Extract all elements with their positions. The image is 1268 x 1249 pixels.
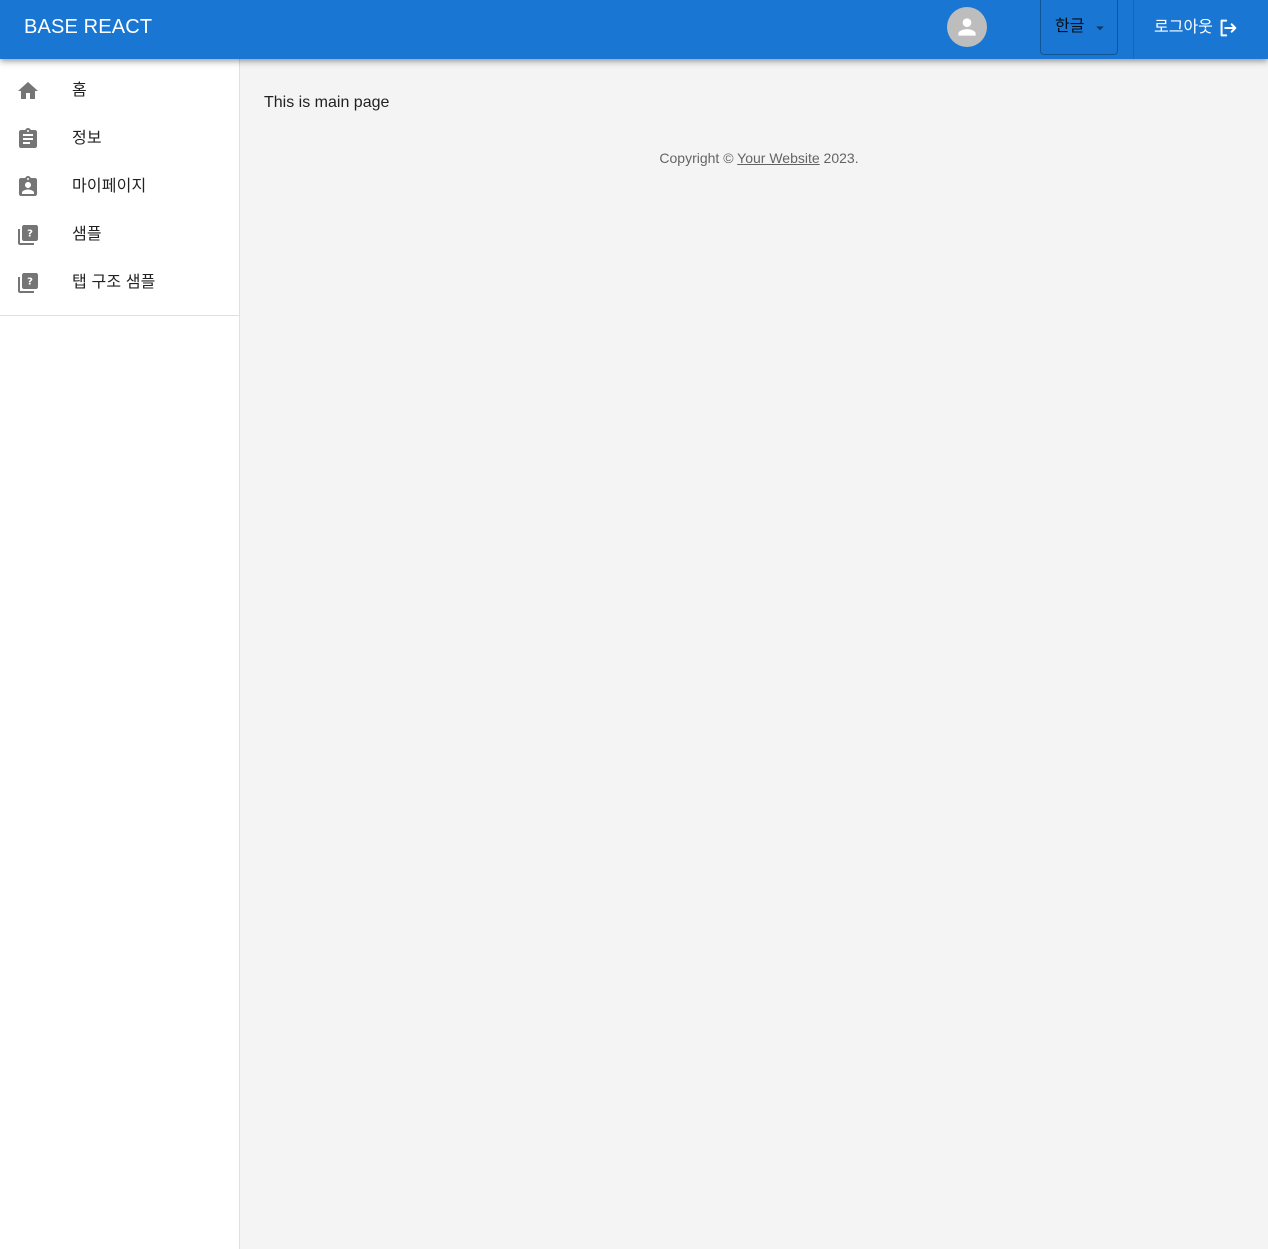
- copyright-footer: Copyright © Your Website 2023.: [240, 148, 1268, 168]
- language-select[interactable]: 한글: [1040, 0, 1118, 55]
- sidebar-item-label: 탭 구조 샘플: [72, 274, 156, 291]
- main-content: This is main page Copyright © Your Websi…: [240, 59, 1268, 1249]
- assignment-icon: [19, 128, 37, 148]
- arrow-drop-down-icon: [1096, 26, 1104, 31]
- logout-icon: [1220, 19, 1237, 37]
- sidebar-item-tab-sample[interactable]: ? 탭 구조 샘플: [0, 259, 239, 307]
- sidebar-item-sample[interactable]: ? 샘플: [0, 211, 239, 259]
- assignment-ind-icon: [19, 176, 37, 196]
- website-link[interactable]: Your Website: [737, 150, 820, 166]
- user-avatar[interactable]: [947, 7, 987, 47]
- app-bar: BASE REACT 한글 로그아웃: [0, 0, 1268, 59]
- sidebar-item-label: 홈: [72, 82, 87, 99]
- logout-label: 로그아웃: [1154, 19, 1213, 36]
- sidebar-item-home[interactable]: 홈: [0, 67, 239, 115]
- header-divider: [1133, 0, 1134, 59]
- sidebar-item-info[interactable]: 정보: [0, 115, 239, 163]
- library-question-icon: ?: [18, 273, 38, 293]
- home-icon: [18, 82, 38, 99]
- language-select-value: 한글: [1055, 18, 1085, 35]
- app-title: BASE REACT: [24, 16, 153, 38]
- sidebar-item-label: 마이페이지: [72, 178, 147, 195]
- library-question-icon: ?: [18, 225, 38, 245]
- person-icon: [958, 18, 976, 36]
- copyright-prefix: Copyright ©: [659, 150, 734, 166]
- sidebar-item-label: 정보: [72, 130, 102, 147]
- logout-button[interactable]: 로그아웃: [1146, 10, 1247, 46]
- sidebar-item-label: 샘플: [72, 226, 102, 243]
- main-text: This is main page: [264, 94, 390, 111]
- svg-text:?: ?: [27, 229, 33, 240]
- sidebar-item-mypage[interactable]: 마이페이지: [0, 163, 239, 211]
- sidebar: 홈 정보 마이페이지 ? 샘플 ? 탭 구조 샘플: [0, 59, 240, 1249]
- svg-text:?: ?: [27, 277, 33, 288]
- sidebar-nav-list: 홈 정보 마이페이지 ? 샘플 ? 탭 구조 샘플: [0, 59, 239, 316]
- copyright-year: 2023.: [823, 150, 859, 166]
